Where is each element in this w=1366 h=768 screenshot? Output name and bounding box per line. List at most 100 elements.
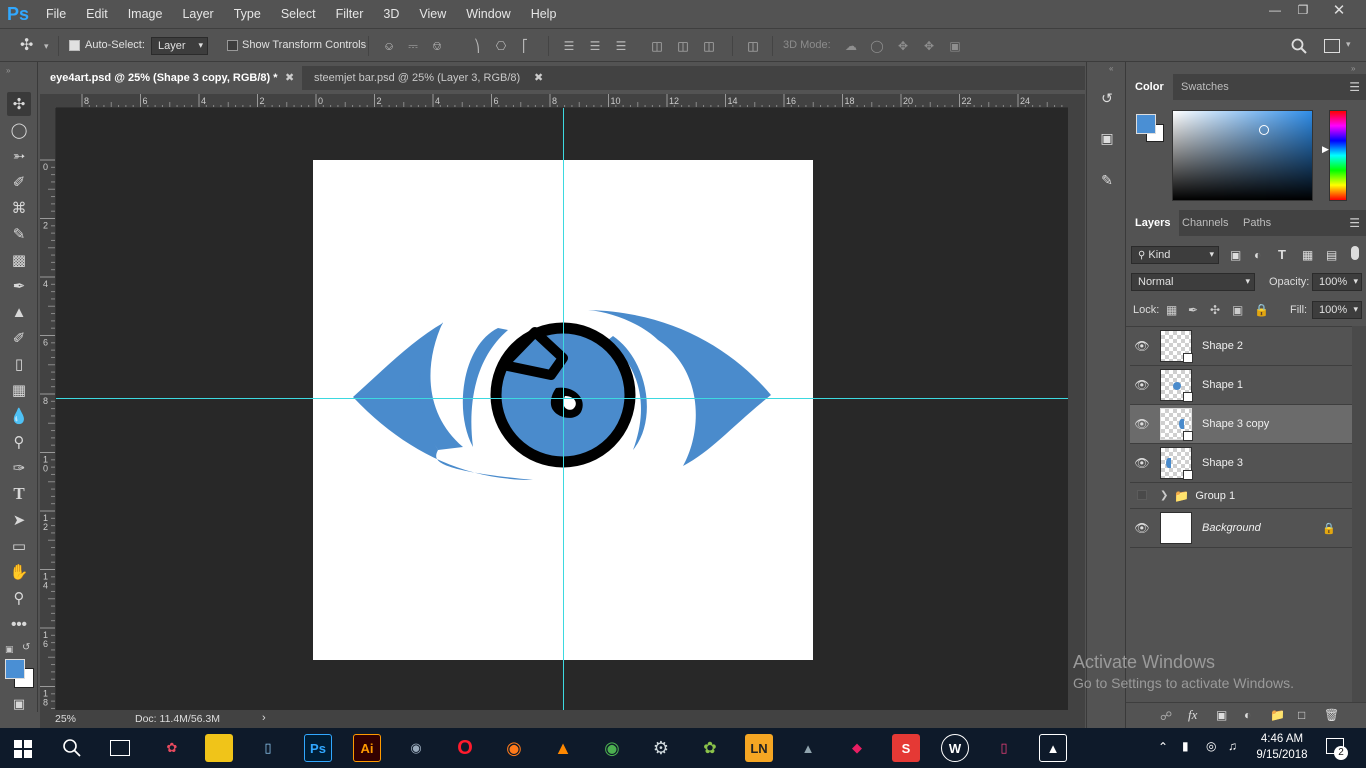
foreground-color-swatch[interactable] <box>5 659 25 679</box>
eye-icon[interactable]: 👁 <box>1130 456 1154 470</box>
eye-icon[interactable]: 👁 <box>1130 521 1154 535</box>
new-group-icon[interactable]: 📁 <box>1270 708 1285 722</box>
ellipse-marquee-tool-icon[interactable]: ◯ <box>7 118 31 142</box>
opera-icon[interactable]: O <box>451 734 479 762</box>
lock-pixels-icon[interactable]: ✒ <box>1188 303 1198 317</box>
distribute-bottom-icon[interactable]: ☰ <box>614 39 628 53</box>
character-panel-icon[interactable]: ✎ <box>1095 168 1119 192</box>
canvas-pasteboard[interactable] <box>56 108 1068 710</box>
auto-select-target-select[interactable]: Layer ▾ <box>151 37 208 55</box>
layer-filter-select[interactable]: ⚲ Kind ▾ <box>1131 246 1219 264</box>
collapse-icon[interactable]: « <box>1109 64 1113 73</box>
photoshop-taskbar-icon[interactable]: Ps <box>304 734 332 762</box>
swap-colors-icon[interactable]: ↺ <box>22 642 30 653</box>
s-app-icon[interactable]: S <box>892 734 920 762</box>
quick-mask-icon[interactable]: ▣ <box>7 692 31 716</box>
vertical-ruler[interactable]: 024681012141618 <box>40 108 56 710</box>
wifi-icon[interactable]: ◎ <box>1206 739 1216 753</box>
distribute-vcenter-icon[interactable]: ☰ <box>588 39 602 53</box>
blend-mode-select[interactable]: Normal ▾ <box>1131 273 1255 291</box>
tab-swatches[interactable]: Swatches <box>1172 74 1238 100</box>
tab-layers[interactable]: Layers <box>1126 210 1180 236</box>
ruler-origin[interactable] <box>40 94 56 108</box>
menu-select[interactable]: Select <box>271 0 326 28</box>
lock-transparent-icon[interactable]: ▦ <box>1166 303 1177 317</box>
volume-icon[interactable]: ♫ <box>1228 739 1237 753</box>
collapse-icon[interactable]: » <box>1351 64 1355 73</box>
distribute-right-icon[interactable]: ◫ <box>702 39 716 53</box>
menu-filter[interactable]: Filter <box>326 0 374 28</box>
windows-start-icon[interactable] <box>14 740 32 758</box>
tab-steemjet-bar[interactable]: steemjet bar.psd @ 25% (Layer 3, RGB/8) <box>304 66 554 90</box>
path-selection-tool-icon[interactable]: ➤ <box>7 508 31 532</box>
chevron-right-icon[interactable]: ❯ <box>1160 490 1168 501</box>
align-bottom-icon[interactable]: ⎊ <box>430 39 444 53</box>
zoom-level[interactable]: 25% <box>55 713 76 725</box>
settings-gear-icon[interactable]: ⚙ <box>647 734 675 762</box>
align-vcenter-icon[interactable]: ⎓ <box>406 39 420 53</box>
chevron-down-icon[interactable]: ▾ <box>44 41 49 52</box>
auto-select-checkbox[interactable] <box>69 40 80 51</box>
file-explorer-icon[interactable] <box>205 734 233 762</box>
quick-selection-tool-icon[interactable]: ✐ <box>7 170 31 194</box>
move-tool-preset-icon[interactable]: ✣ <box>20 37 38 55</box>
menu-edit[interactable]: Edit <box>76 0 118 28</box>
color-picker-cursor[interactable] <box>1259 125 1269 135</box>
new-layer-icon[interactable]: □ <box>1298 708 1305 722</box>
layer-row-shape-1[interactable]: 👁 Shape 1 <box>1130 366 1352 405</box>
close-icon[interactable]: ✖ <box>285 66 294 90</box>
crop-tool-icon[interactable]: ⌘ <box>7 196 31 220</box>
layer-row-background[interactable]: 👁 Background 🔒 <box>1130 509 1352 548</box>
photos-app-icon[interactable]: ▲ <box>1039 734 1067 762</box>
eraser-tool-icon[interactable]: ▯ <box>7 352 31 376</box>
auto-align-icon[interactable]: ◫ <box>746 39 760 53</box>
firefox-icon[interactable]: ◉ <box>500 734 528 762</box>
horizontal-ruler[interactable]: 8 6 4 2 0 2 4 6 8 10 12 14 16 18 20 22 24 <box>56 94 1068 108</box>
installer-icon[interactable]: ▲ <box>794 734 822 762</box>
filter-pixel-icon[interactable]: ▣ <box>1230 248 1241 262</box>
paint-app-icon[interactable]: ✿ <box>158 734 186 762</box>
clock[interactable]: 4:46 AM 9/15/2018 <box>1252 731 1312 763</box>
workspace-icon[interactable] <box>1324 39 1340 53</box>
task-view-icon[interactable] <box>110 740 130 756</box>
align-top-icon[interactable]: ⎉ <box>382 39 396 53</box>
media-app-icon[interactable]: ◆ <box>843 734 871 762</box>
pen-tool-icon[interactable]: ✑ <box>7 456 31 480</box>
layers-scrollbar[interactable] <box>1352 326 1366 702</box>
hue-slider-handle[interactable]: ▶ <box>1322 144 1329 155</box>
eye-icon[interactable]: 👁 <box>1130 378 1154 392</box>
3d-camera-icon[interactable]: ▣ <box>948 39 962 53</box>
tab-color[interactable]: Color <box>1126 74 1173 100</box>
vertical-scrollbar[interactable] <box>1068 94 1085 710</box>
fx-icon[interactable]: fx <box>1188 707 1197 723</box>
w-app-icon[interactable]: W <box>941 734 969 762</box>
tab-eye4art[interactable]: eye4art.psd @ 25% (Shape 3 copy, RGB/8) … <box>40 66 302 90</box>
layer-row-shape-2[interactable]: 👁 Shape 2 <box>1130 327 1352 366</box>
color-panel-foreground-swatch[interactable] <box>1136 114 1156 134</box>
search-icon[interactable] <box>1290 37 1308 55</box>
color-field[interactable] <box>1172 110 1313 201</box>
chrome-icon[interactable]: ◉ <box>598 734 626 762</box>
3d-slide-icon[interactable]: ✥ <box>922 39 936 53</box>
more-tools-icon[interactable]: ••• <box>7 612 31 636</box>
zoom-tool-icon[interactable]: ⚲ <box>7 586 31 610</box>
3d-pan-icon[interactable]: ✥ <box>896 39 910 53</box>
healing-brush-tool-icon[interactable]: ▩ <box>7 248 31 272</box>
fill-input[interactable]: 100% ▾ <box>1312 301 1362 319</box>
align-right-icon[interactable]: ⎡ <box>518 39 532 53</box>
layer-row-shape-3[interactable]: 👁 Shape 3 <box>1130 444 1352 483</box>
horizontal-guide[interactable] <box>56 398 1068 399</box>
clone-stamp-tool-icon[interactable]: ▲ <box>7 300 31 324</box>
menu-view[interactable]: View <box>409 0 456 28</box>
menu-type[interactable]: Type <box>224 0 271 28</box>
eyedropper-tool-icon[interactable]: ✎ <box>7 222 31 246</box>
notes-app-icon[interactable]: ▯ <box>254 734 282 762</box>
delete-layer-icon[interactable]: 🗑 <box>1324 708 1339 722</box>
tab-paths[interactable]: Paths <box>1234 210 1280 236</box>
filter-type-icon[interactable]: T <box>1278 247 1286 262</box>
polygon-lasso-tool-icon[interactable]: ➳ <box>7 144 31 168</box>
history-brush-tool-icon[interactable]: ✐ <box>7 326 31 350</box>
gradient-tool-icon[interactable]: ▦ <box>7 378 31 402</box>
search-icon[interactable] <box>62 738 82 758</box>
menu-file[interactable]: File <box>36 0 76 28</box>
